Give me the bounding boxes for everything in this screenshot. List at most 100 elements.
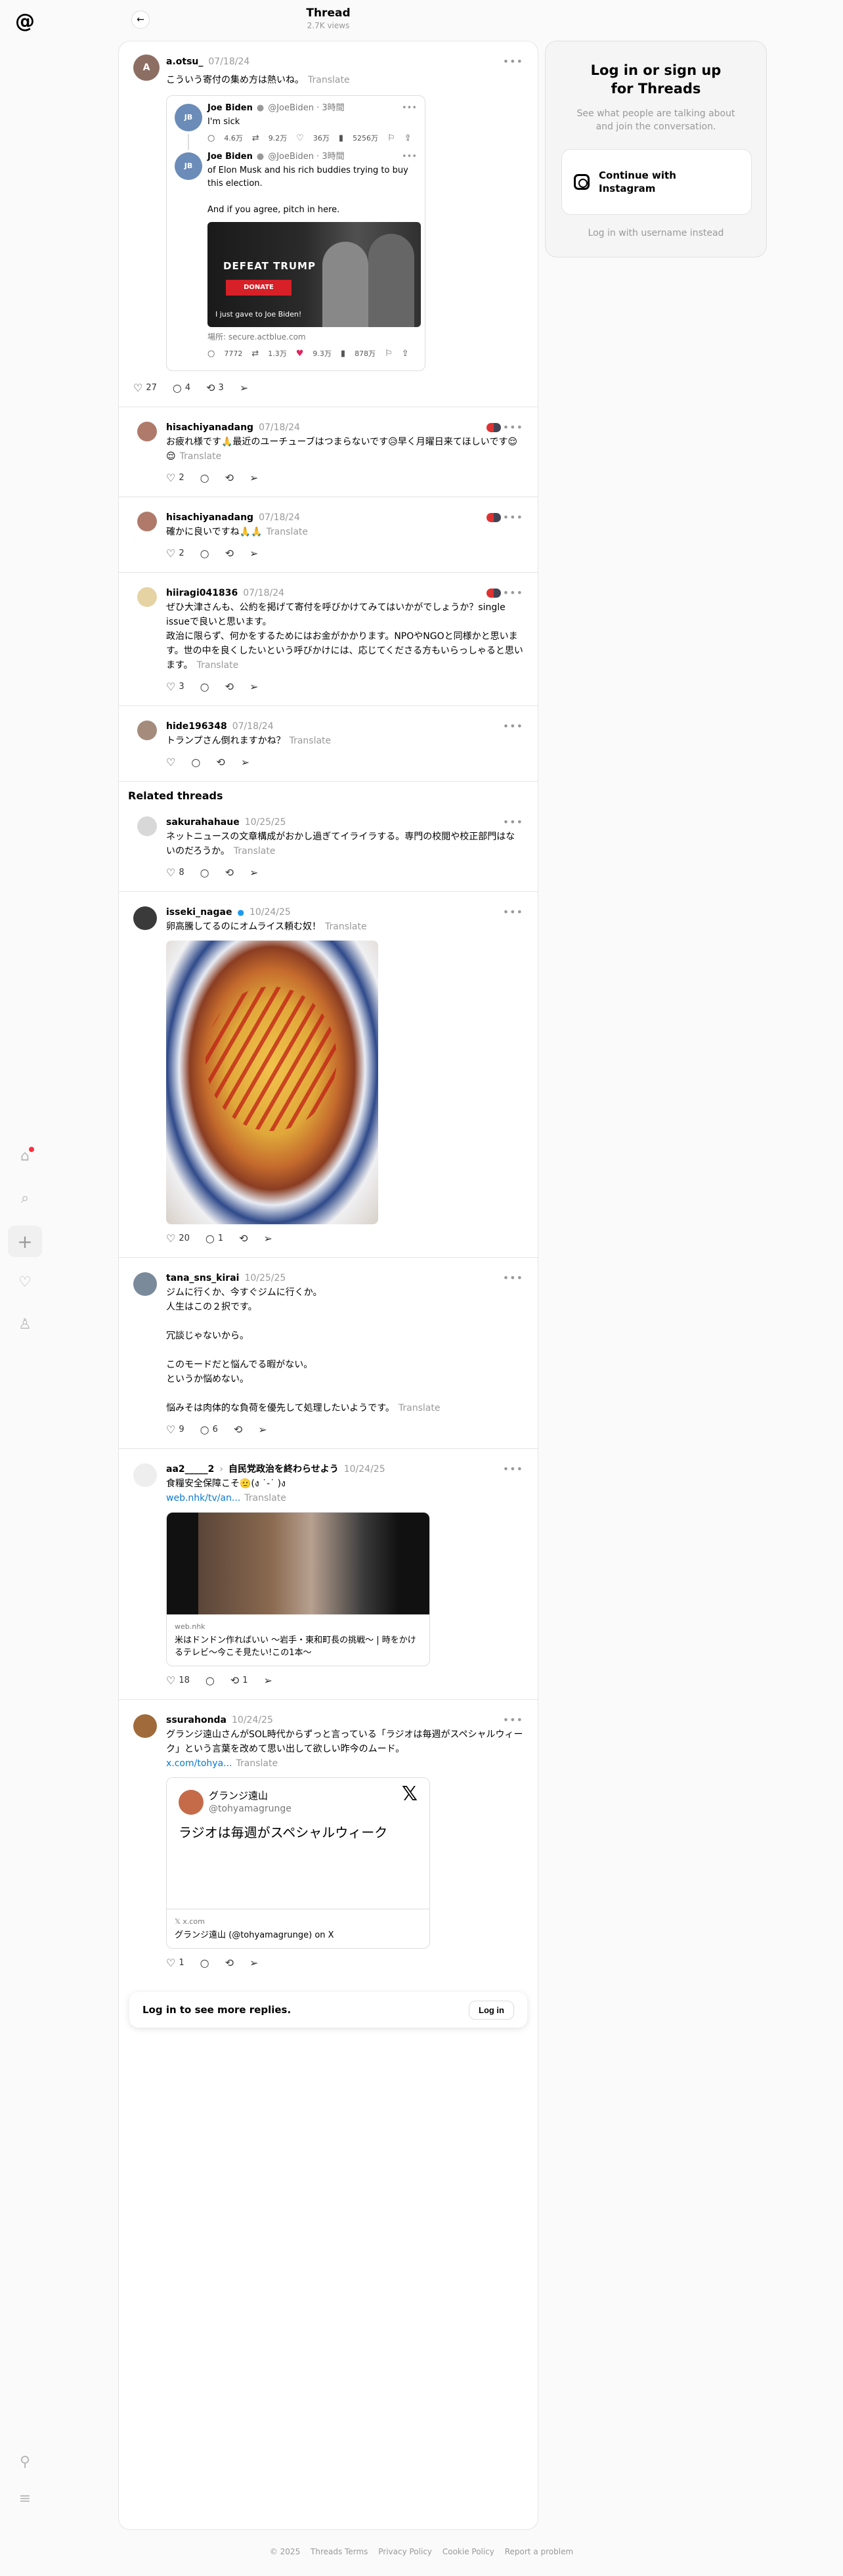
more-icon[interactable]: ••• (503, 1713, 523, 1727)
threads-logo-icon[interactable]: @ (12, 8, 38, 34)
search-icon[interactable]: ⌕ (13, 1186, 37, 1210)
like-button[interactable]: ♡ 27 (133, 381, 157, 395)
post-link[interactable]: x.com/tohya... (166, 1758, 232, 1769)
like-button[interactable]: ♡ 3 (166, 680, 184, 694)
share-button[interactable]: ➢ (240, 381, 248, 395)
share-button[interactable]: ➢ (258, 1423, 267, 1437)
reply-button[interactable]: ○ (200, 471, 209, 485)
repost-button[interactable]: ⟲ (225, 680, 234, 694)
post-date[interactable]: 10/24/25 (249, 905, 291, 920)
translate-link[interactable]: Translate (180, 451, 222, 462)
like-button[interactable]: ♡ 2 (166, 471, 184, 485)
username[interactable]: hide196348 (166, 719, 227, 734)
post-date[interactable]: 07/18/24 (259, 510, 300, 525)
share-button[interactable]: ➢ (264, 1232, 272, 1246)
repost-button[interactable]: ⟲ (239, 1232, 248, 1246)
translate-link[interactable]: Translate (236, 1758, 278, 1769)
more-icon[interactable]: ••• (402, 150, 417, 164)
post-date[interactable]: 10/25/25 (245, 815, 286, 830)
username[interactable]: aa2_____2 (166, 1462, 214, 1477)
more-icon[interactable]: ••• (503, 1271, 523, 1285)
share-button[interactable]: ➢ (249, 1956, 258, 1970)
post-date[interactable]: 10/24/25 (344, 1462, 385, 1477)
menu-icon[interactable]: ≡ (13, 2487, 37, 2510)
avatar[interactable]: A (133, 55, 160, 81)
translate-link[interactable]: Translate (266, 527, 308, 537)
avatar[interactable] (133, 1463, 157, 1487)
username[interactable]: hisachiyanadang (166, 510, 253, 525)
repost-icon[interactable]: ⇄ (251, 347, 259, 361)
user-tag[interactable]: 自民党政治を終わらせよう (228, 1462, 339, 1477)
repost-button[interactable]: ⟲ (225, 866, 234, 880)
translate-link[interactable]: Translate (290, 736, 332, 746)
privacy-link[interactable]: Privacy Policy (378, 2547, 432, 2556)
username[interactable]: isseki_nagae (166, 905, 232, 920)
post-date[interactable]: 07/18/24 (243, 586, 284, 600)
more-icon[interactable]: ••• (503, 815, 523, 830)
reply-icon[interactable]: ○ (207, 131, 215, 146)
post-link[interactable]: web.nhk/tv/an... (166, 1493, 240, 1503)
translate-link[interactable]: Translate (308, 75, 350, 85)
more-icon[interactable]: ••• (503, 55, 523, 69)
share-icon[interactable]: ⇪ (402, 347, 409, 361)
translate-link[interactable]: Translate (197, 660, 239, 671)
more-icon[interactable]: ••• (503, 1462, 523, 1477)
more-icon[interactable]: ••• (503, 420, 523, 435)
reply-button[interactable]: ○ 1 (205, 1232, 223, 1246)
post-date[interactable]: 10/24/25 (232, 1713, 273, 1727)
share-button[interactable]: ➢ (241, 755, 249, 770)
omurice-photo[interactable] (166, 941, 378, 1224)
more-icon[interactable]: ••• (503, 719, 523, 734)
username[interactable]: hisachiyanadang (166, 420, 253, 435)
repost-button[interactable]: ⟲ (225, 546, 234, 561)
repost-button[interactable]: ⟲ (234, 1423, 242, 1437)
username[interactable]: a.otsu_ (166, 55, 203, 69)
repost-button[interactable]: ⟲ (216, 755, 225, 770)
post-date[interactable]: 07/18/24 (232, 719, 274, 734)
avatar[interactable] (137, 721, 157, 740)
link-preview-card[interactable]: web.nhk 米はドンドン作ればいい 〜岩手・東和町長の挑戦〜 | 時をかける… (166, 1512, 430, 1666)
reply-button[interactable]: ○ (200, 1956, 209, 1970)
more-icon[interactable]: ••• (503, 586, 523, 600)
pin-icon[interactable]: ⚲ (13, 2450, 37, 2474)
share-button[interactable]: ➢ (249, 680, 258, 694)
username[interactable]: sakurahahaue (166, 815, 240, 830)
reply-button[interactable]: ○ 4 (173, 381, 190, 395)
more-icon[interactable]: ••• (503, 905, 523, 920)
repost-button[interactable]: ⟲ 1 (230, 1674, 248, 1688)
repost-button[interactable]: ⟲ 3 (206, 381, 224, 395)
embedded-tweet[interactable]: JB ••• Joe Biden ● @JoeBiden · 3時間 I'm sic… (166, 95, 425, 371)
like-button[interactable]: ♡ 8 (166, 866, 184, 880)
username[interactable]: hiiragi041836 (166, 586, 238, 600)
heart-icon[interactable]: ♡ (13, 1270, 37, 1294)
avatar[interactable] (133, 1272, 157, 1296)
avatar[interactable] (133, 906, 157, 930)
x-preview-card[interactable]: グランジ遠山 @tohyamagrunge 𝕏 ラジオは毎週がスペシャルウィーク… (166, 1777, 430, 1949)
username[interactable]: ssurahonda (166, 1713, 227, 1727)
avatar[interactable] (137, 512, 157, 531)
reply-button[interactable]: ○ (200, 546, 209, 561)
create-icon[interactable]: + (8, 1226, 42, 1257)
reply-button[interactable]: ○ (200, 680, 209, 694)
like-icon[interactable]: ♡ (296, 131, 304, 146)
login-button[interactable]: Log in (469, 2000, 514, 2020)
bookmark-icon[interactable]: ⚐ (385, 347, 393, 361)
bookmark-icon[interactable]: ⚐ (387, 131, 395, 146)
terms-link[interactable]: Threads Terms (311, 2547, 368, 2556)
translate-link[interactable]: Translate (399, 1403, 441, 1413)
share-button[interactable]: ➢ (249, 546, 258, 561)
like-button[interactable]: ♡ 2 (166, 546, 184, 561)
cookie-link[interactable]: Cookie Policy (443, 2547, 494, 2556)
reply-button[interactable]: ○ (205, 1674, 215, 1688)
share-button[interactable]: ➢ (264, 1674, 272, 1688)
repost-button[interactable]: ⟲ (225, 1956, 234, 1970)
home-icon[interactable]: ⌂ (13, 1144, 37, 1168)
translate-link[interactable]: Translate (325, 922, 367, 932)
username-login-link[interactable]: Log in with username instead (561, 228, 750, 238)
like-button[interactable]: ♡ (166, 755, 175, 770)
share-icon[interactable]: ⇪ (404, 131, 412, 146)
username[interactable]: tana_sns_kirai (166, 1271, 239, 1285)
post-date[interactable]: 10/25/25 (244, 1271, 286, 1285)
like-icon[interactable]: ♥ (296, 347, 304, 361)
repost-icon[interactable]: ⇄ (252, 131, 259, 146)
